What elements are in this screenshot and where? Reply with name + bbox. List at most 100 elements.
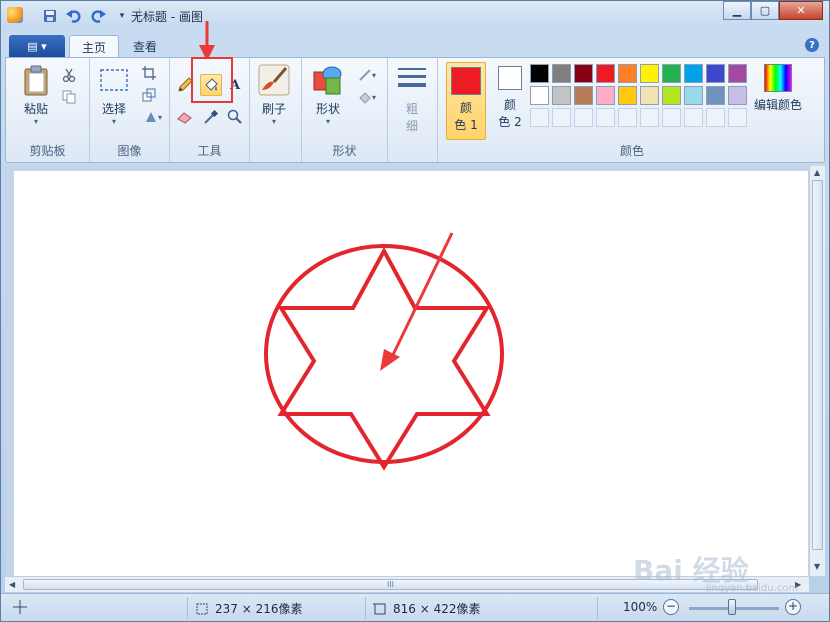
colors-group-label: 颜色 (619, 144, 644, 158)
zoom-level: 100% (623, 600, 658, 614)
palette-swatch[interactable] (728, 86, 747, 105)
palette-swatch[interactable] (618, 86, 637, 105)
resize-icon[interactable] (140, 86, 158, 104)
tab-view[interactable]: 查看 (121, 35, 169, 57)
palette-swatch[interactable] (684, 86, 703, 105)
outline-icon[interactable]: ▾ (354, 66, 380, 84)
palette-swatch-empty[interactable] (552, 108, 571, 127)
group-size: 粗 细 (388, 58, 438, 162)
shapes-group-label: 形状 (332, 144, 357, 158)
undo-icon[interactable] (65, 7, 83, 25)
shapes-dropdown-icon: ▾ (325, 117, 330, 126)
cursor-position-icon (13, 600, 27, 614)
palette-swatch-empty[interactable] (684, 108, 703, 127)
selection-rectangle-icon (100, 69, 128, 91)
crop-icon[interactable] (140, 64, 158, 82)
size-label-line1: 粗 (405, 102, 418, 116)
palette-swatch-empty[interactable] (574, 108, 593, 127)
edit-colors-button[interactable]: 编辑颜色 (754, 64, 802, 113)
size-button[interactable]: 粗 细 (396, 64, 428, 134)
palette-swatch[interactable] (574, 86, 593, 105)
title-bar: ▾ 无标题 - 画图 ▁ ▢ ✕ (1, 1, 829, 31)
color-picker-icon[interactable] (202, 108, 220, 126)
palette-swatch[interactable] (618, 64, 637, 83)
copy-icon[interactable] (60, 88, 78, 106)
palette-swatch[interactable] (662, 64, 681, 83)
palette-swatch[interactable] (552, 86, 571, 105)
color-palette (530, 64, 750, 130)
select-dropdown-icon: ▾ (111, 117, 116, 126)
magnifier-icon[interactable] (226, 108, 244, 126)
rotate-icon[interactable]: ▾ (140, 108, 166, 126)
palette-swatch-empty[interactable] (728, 108, 747, 127)
palette-swatch[interactable] (530, 64, 549, 83)
zoom-in-button[interactable]: + (785, 599, 801, 615)
palette-swatch[interactable] (706, 64, 725, 83)
selection-size-text: 237 × 216像素 (215, 602, 303, 616)
palette-swatch-empty[interactable] (596, 108, 615, 127)
palette-swatch-empty[interactable] (662, 108, 681, 127)
canvas-size-text: 816 × 422像素 (393, 602, 481, 616)
size-label-line2: 细 (405, 119, 418, 133)
scroll-down-icon[interactable]: ▼ (814, 562, 820, 571)
status-separator (187, 597, 188, 619)
color2-button[interactable]: 颜 色 2 (492, 66, 528, 130)
palette-swatch-empty[interactable] (530, 108, 549, 127)
zoom-slider-thumb[interactable] (728, 599, 736, 615)
clipboard-group-label: 剪贴板 (29, 144, 66, 158)
palette-swatch[interactable] (662, 86, 681, 105)
drawing-canvas[interactable] (14, 171, 808, 576)
select-label: 选择 (101, 102, 126, 116)
clipboard-icon (24, 65, 48, 96)
edit-colors-label: 编辑颜色 (754, 98, 803, 112)
palette-swatch[interactable] (684, 64, 703, 83)
palette-swatch[interactable] (728, 64, 747, 83)
color2-label-line1: 颜 (503, 98, 516, 112)
group-clipboard: 粘贴 ▾ 剪贴板 (6, 58, 90, 162)
minimize-button[interactable]: ▁ (723, 1, 751, 20)
palette-swatch[interactable] (530, 86, 549, 105)
zoom-out-button[interactable]: − (663, 599, 679, 615)
palette-swatch[interactable] (640, 64, 659, 83)
color1-label-line2: 色 1 (454, 118, 478, 132)
select-button[interactable]: 选择 ▾ (98, 64, 130, 126)
line-width-icon (398, 68, 426, 87)
color1-button[interactable]: 颜 色 1 (446, 62, 486, 140)
canvas-size-item: 816 × 422像素 (373, 600, 481, 617)
palette-swatch[interactable] (640, 86, 659, 105)
palette-swatch[interactable] (706, 86, 725, 105)
cut-icon[interactable] (60, 66, 78, 84)
palette-swatch[interactable] (574, 64, 593, 83)
close-button[interactable]: ✕ (779, 1, 823, 20)
paint-app-icon[interactable] (7, 7, 23, 23)
scroll-left-icon[interactable]: ◀ (9, 580, 15, 589)
brushes-button[interactable]: 刷子 ▾ (258, 64, 290, 126)
palette-swatch-empty[interactable] (640, 108, 659, 127)
customize-qat-dropdown-icon[interactable]: ▾ (113, 7, 131, 25)
help-icon[interactable]: ? (805, 38, 819, 52)
paste-label: 粘贴 (23, 102, 48, 116)
vertical-scroll-thumb[interactable] (812, 180, 823, 550)
save-icon[interactable] (41, 7, 59, 25)
fill-icon[interactable]: ▾ (354, 88, 380, 106)
redo-icon[interactable] (89, 7, 107, 25)
palette-swatch-empty[interactable] (706, 108, 725, 127)
palette-swatch[interactable] (596, 86, 615, 105)
ribbon-home: 粘贴 ▾ 剪贴板 选择 ▾ ▾ 图像 A 工具 刷子 ▾ 形状 ▾ ▾ ▾ 形状… (5, 57, 825, 163)
paste-dropdown-icon: ▾ (33, 117, 38, 126)
tab-home[interactable]: 主页 (69, 35, 120, 57)
palette-swatch[interactable] (552, 64, 571, 83)
paste-button[interactable]: 粘贴 ▾ (20, 64, 52, 126)
palette-swatch[interactable] (596, 64, 615, 83)
maximize-button[interactable]: ▢ (751, 1, 779, 20)
vertical-scrollbar[interactable]: ▲ ▼ (809, 166, 825, 576)
scroll-up-icon[interactable]: ▲ (814, 168, 820, 177)
canvas-workarea (5, 166, 809, 576)
eraser-icon[interactable] (176, 108, 194, 126)
paint-menu-button[interactable]: ▤ ▾ (9, 35, 65, 57)
drawing (264, 232, 504, 471)
color2-swatch (498, 66, 522, 90)
palette-swatch-empty[interactable] (618, 108, 637, 127)
color1-swatch (451, 67, 481, 95)
shapes-button[interactable]: 形状 ▾ (312, 64, 344, 126)
